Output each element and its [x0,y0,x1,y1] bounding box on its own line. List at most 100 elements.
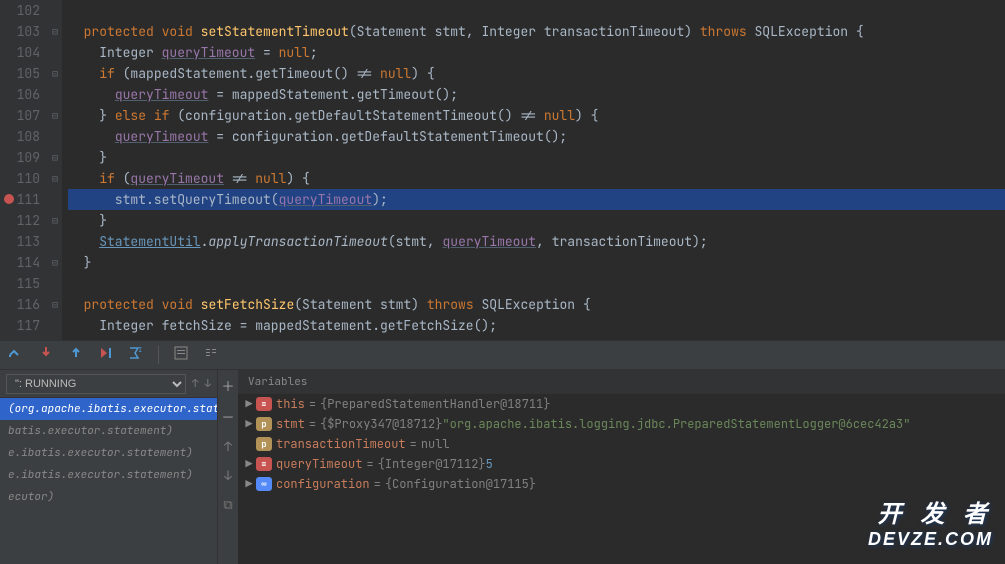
code-line[interactable] [68,273,1005,294]
fold-toggle[interactable]: ⊟ [48,105,62,126]
fold-toggle[interactable]: ⊟ [48,294,62,315]
fold-toggle[interactable]: ⊟ [48,252,62,273]
fold-toggle [48,231,62,252]
line-number[interactable]: 116 [0,294,40,315]
var-name: queryTimeout [276,456,362,472]
line-number[interactable]: 117 [0,315,40,336]
var-kind-icon: ≡ [256,397,272,411]
var-kind-icon: ∞ [256,477,272,491]
var-kind-icon: p [256,437,272,451]
variables-header: Variables [238,370,1005,394]
variables-panel: Variables ▶≡this = {PreparedStatementHan… [238,370,1005,564]
fold-toggle [48,0,62,21]
frames-panel: ": RUNNING ↑ ↓ (org.apache.ibatis.execut… [0,370,218,564]
thread-selector[interactable]: ": RUNNING [6,374,186,394]
fold-toggle[interactable]: ⊟ [48,21,62,42]
line-number[interactable]: 114 [0,252,40,273]
down-icon[interactable]: ↓ [224,467,232,484]
line-number[interactable]: 108 [0,126,40,147]
expand-icon[interactable]: ▶ [242,396,256,412]
next-frame-icon[interactable]: ↓ [204,377,211,391]
code-line[interactable]: } [68,147,1005,168]
fold-toggle [48,42,62,63]
variable-row[interactable]: ▶≡queryTimeout = {Integer@17112} 5 [238,454,1005,474]
code-line[interactable]: if (queryTimeout != null) { [68,168,1005,189]
add-watch-icon[interactable]: ＋ [221,376,234,395]
var-value: {Integer@17112} [378,456,486,472]
code-line[interactable]: Integer queryTimeout = null; [68,42,1005,63]
code-line[interactable]: } [68,210,1005,231]
stack-frame[interactable]: e.ibatis.executor.statement) [0,464,217,486]
var-name: transactionTimeout [276,436,406,452]
stack-frame[interactable]: (org.apache.ibatis.executor.statement) [0,398,217,420]
var-kind-icon: p [256,417,272,431]
expand-icon[interactable]: ▶ [242,476,256,492]
line-number[interactable]: 113 [0,231,40,252]
step-into-icon[interactable] [38,345,54,365]
fold-toggle[interactable]: ⊟ [48,63,62,84]
code-line[interactable]: if (mappedStatement.getTimeout() != null… [68,63,1005,84]
stack-frame[interactable]: e.ibatis.executor.statement) [0,442,217,464]
fold-toggle [48,126,62,147]
remove-watch-icon[interactable]: － [221,407,234,426]
variable-row[interactable]: ptransactionTimeout = null [238,434,1005,454]
step-over-icon[interactable] [8,345,24,365]
line-number[interactable]: 104 [0,42,40,63]
step-out-icon[interactable] [68,345,84,365]
code-line[interactable] [68,0,1005,21]
svg-text:I: I [138,346,142,355]
stack-frame[interactable]: batis.executor.statement) [0,420,217,442]
fold-toggle[interactable]: ⊟ [48,210,62,231]
line-number[interactable]: 106 [0,84,40,105]
line-number[interactable]: 107 [0,105,40,126]
line-number[interactable]: 112 [0,210,40,231]
code-editor[interactable]: 1021031041051061071081091101111121131141… [0,0,1005,340]
fold-toggle[interactable]: ⊟ [48,147,62,168]
fold-toggle [48,189,62,210]
line-number-gutter[interactable]: 1021031041051061071081091101111121131141… [0,0,48,340]
variable-row[interactable]: ▶pstmt = {$Proxy347@18712} "org.apache.i… [238,414,1005,434]
stack-frame[interactable]: ecutor) [0,486,217,508]
var-name: stmt [276,416,305,432]
code-line[interactable]: StatementUtil.applyTransactionTimeout(st… [68,231,1005,252]
up-icon[interactable]: ↑ [224,438,232,455]
line-number[interactable]: 115 [0,273,40,294]
var-kind-icon: ≡ [256,457,272,471]
code-line[interactable]: } else if (configuration.getDefaultState… [68,105,1005,126]
fold-toggle [48,273,62,294]
code-area[interactable]: protected void setStatementTimeout(State… [62,0,1005,340]
fold-toggle[interactable]: ⊟ [48,168,62,189]
var-name: configuration [276,476,370,492]
code-line[interactable]: protected void setStatementTimeout(State… [68,21,1005,42]
var-value: {PreparedStatementHandler@18711} [320,396,550,412]
code-line[interactable]: queryTimeout = mappedStatement.getTimeou… [68,84,1005,105]
line-number[interactable]: 102 [0,0,40,21]
line-number[interactable]: 103 [0,21,40,42]
mute-breakpoints-icon[interactable] [203,345,219,365]
code-line[interactable]: queryTimeout = configuration.getDefaultS… [68,126,1005,147]
evaluate-expression-icon[interactable]: I [128,345,144,365]
line-number[interactable]: 111 [0,189,40,210]
var-value: null [421,436,450,452]
copy-icon[interactable]: ⧉ [223,496,232,513]
code-line[interactable]: stmt.setQueryTimeout(queryTimeout); [68,189,1005,210]
var-name: this [276,396,305,412]
run-to-cursor-icon[interactable] [98,345,114,365]
line-number[interactable]: 109 [0,147,40,168]
line-number[interactable]: 105 [0,63,40,84]
view-breakpoints-icon[interactable] [173,345,189,365]
fold-toggle [48,84,62,105]
expand-icon[interactable]: ▶ [242,456,256,472]
variable-row[interactable]: ▶∞configuration = {Configuration@17115} [238,474,1005,494]
variable-row[interactable]: ▶≡this = {PreparedStatementHandler@18711… [238,394,1005,414]
debug-panel: ": RUNNING ↑ ↓ (org.apache.ibatis.execut… [0,370,1005,564]
var-value: {$Proxy347@18712} [320,416,442,432]
expand-icon[interactable]: ▶ [242,416,256,432]
debug-toolbar: I [0,340,1005,370]
line-number[interactable]: 110 [0,168,40,189]
code-line[interactable]: } [68,252,1005,273]
fold-column[interactable]: ⊟⊟⊟⊟⊟⊟⊟⊟ [48,0,62,340]
prev-frame-icon[interactable]: ↑ [192,377,199,391]
code-line[interactable]: protected void setFetchSize(Statement st… [68,294,1005,315]
code-line[interactable]: Integer fetchSize = mappedStatement.getF… [68,315,1005,336]
